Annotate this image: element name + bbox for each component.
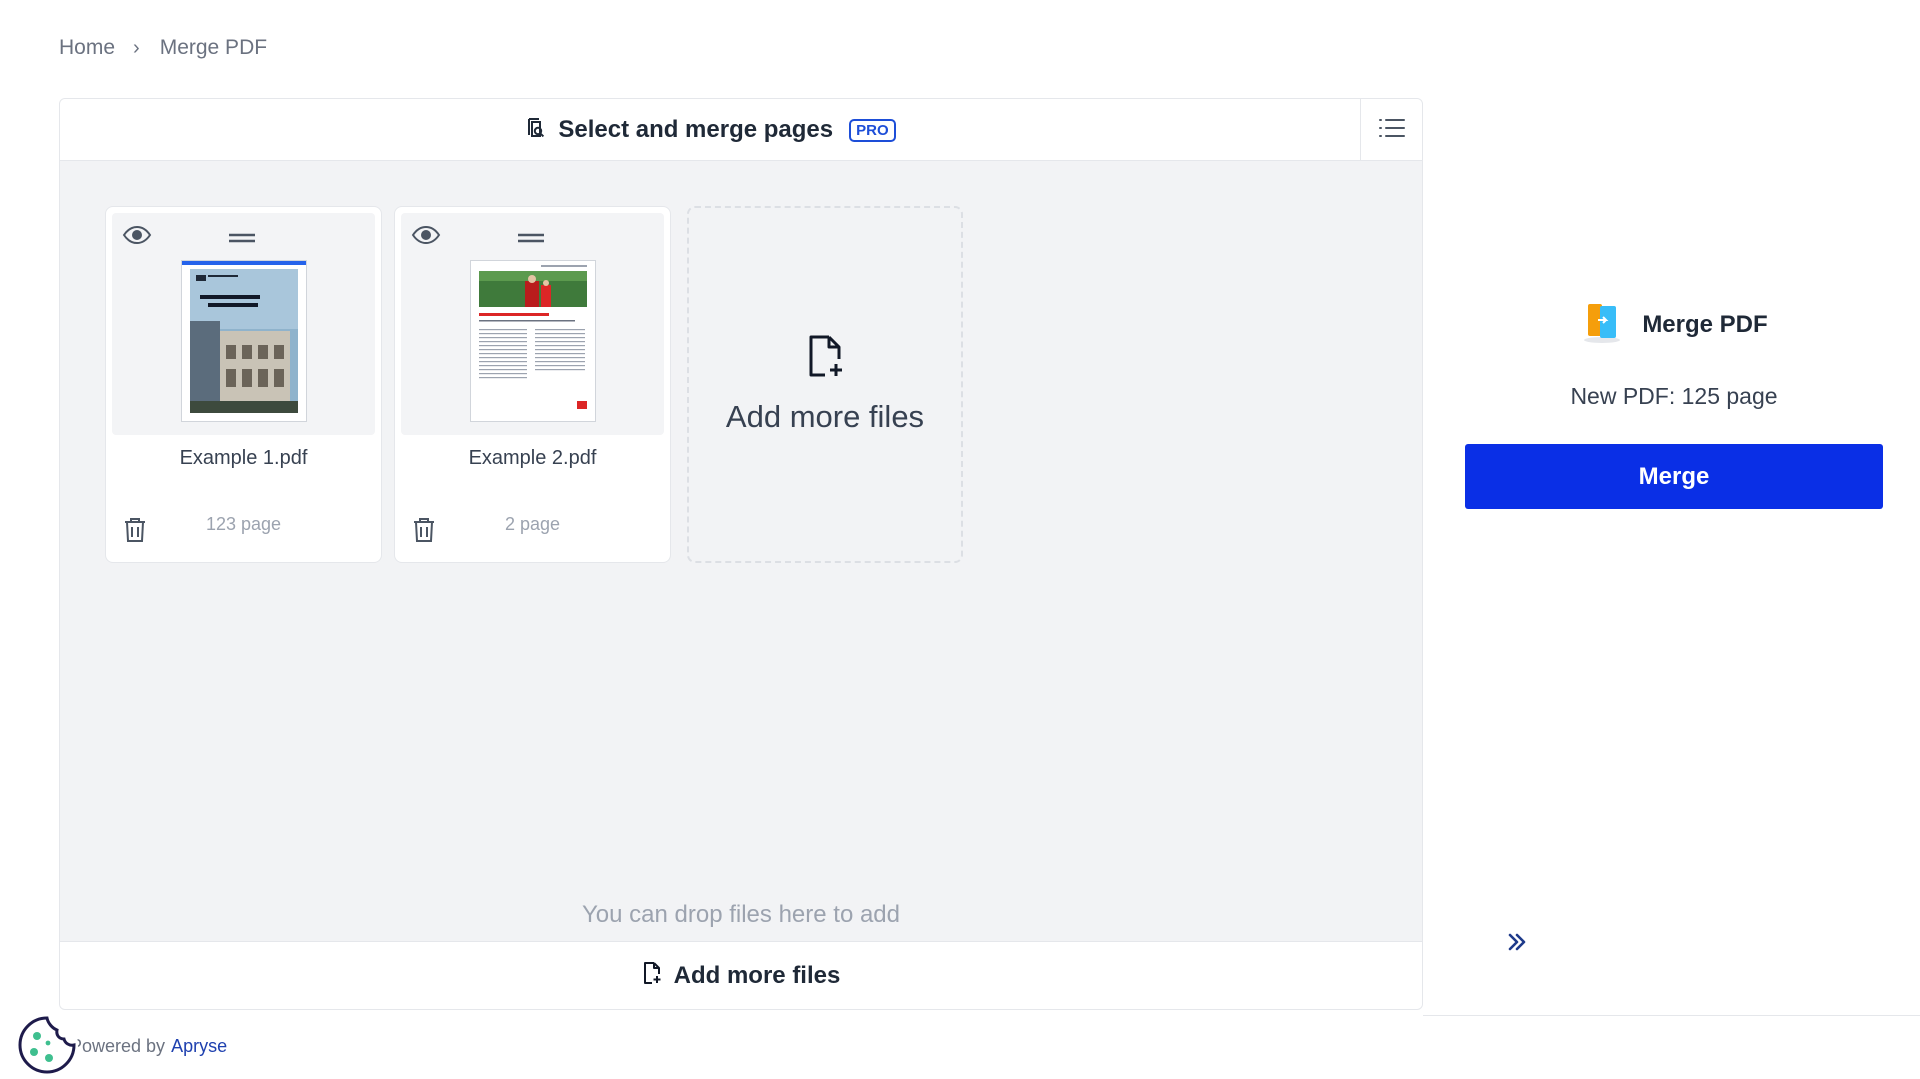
workspace-title-text: Select and merge pages — [558, 116, 834, 143]
file-page-count: 2 page — [504, 514, 561, 534]
drag-handle-icon[interactable] — [516, 231, 546, 249]
preview-eye-icon[interactable] — [122, 223, 152, 252]
pdf-thumbnail — [182, 261, 306, 421]
workspace-title: Select and merge pages PRO — [60, 99, 1360, 161]
file-name: Example 2.pdf — [468, 447, 597, 469]
sidebar-title: Merge PDF — [1642, 310, 1768, 338]
merge-sidebar: Merge PDF New PDF: 125 page Merge — [1465, 300, 1883, 509]
merge-pdf-icon — [1580, 300, 1624, 349]
workspace-header: Select and merge pages PRO — [60, 99, 1422, 161]
powered-by: Powered by Apryse — [70, 1036, 227, 1057]
file-add-icon — [805, 334, 845, 385]
select-pages-icon — [524, 116, 548, 145]
file-page-count: 123 page — [205, 514, 282, 534]
merge-workspace: Select and merge pages PRO Example 1.pdf… — [59, 98, 1423, 1010]
breadcrumb: Home › Merge PDF — [59, 36, 267, 60]
add-more-files-card[interactable]: Add more files — [687, 206, 963, 563]
pdf-thumbnail — [471, 261, 595, 421]
preview-eye-icon[interactable] — [411, 223, 441, 252]
footer-divider — [1423, 1015, 1920, 1016]
add-more-files-button[interactable]: Add more files — [60, 941, 1422, 1009]
apryse-link[interactable]: Apryse — [171, 1036, 227, 1056]
powered-by-label: Powered by — [70, 1036, 166, 1056]
breadcrumb-home-link[interactable]: Home — [59, 36, 115, 60]
chevrons-right-icon[interactable] — [1505, 930, 1529, 959]
add-more-files-label: Add more files — [725, 399, 925, 434]
file-card[interactable]: Example 2.pdf 2 page — [394, 206, 671, 563]
add-more-files-footer-label: Add more files — [673, 961, 841, 989]
drag-handle-icon[interactable] — [227, 231, 257, 249]
list-icon — [1378, 117, 1406, 144]
file-card[interactable]: Example 1.pdf 123 page — [105, 206, 382, 563]
cookie-settings-button[interactable] — [16, 1014, 78, 1076]
breadcrumb-current: Merge PDF — [159, 36, 268, 59]
new-pdf-summary: New PDF: 125 page — [1570, 383, 1778, 409]
cookie-icon — [16, 1016, 78, 1079]
merge-button[interactable]: Merge — [1465, 444, 1883, 509]
drop-hint: You can drop files here to add — [581, 901, 900, 928]
sidebar-header: Merge PDF — [1465, 300, 1883, 349]
pro-badge: PRO — [849, 118, 896, 142]
file-name: Example 1.pdf — [179, 447, 308, 469]
file-add-icon — [642, 961, 662, 990]
list-view-button[interactable] — [1360, 99, 1422, 161]
breadcrumb-separator: › — [133, 36, 140, 59]
